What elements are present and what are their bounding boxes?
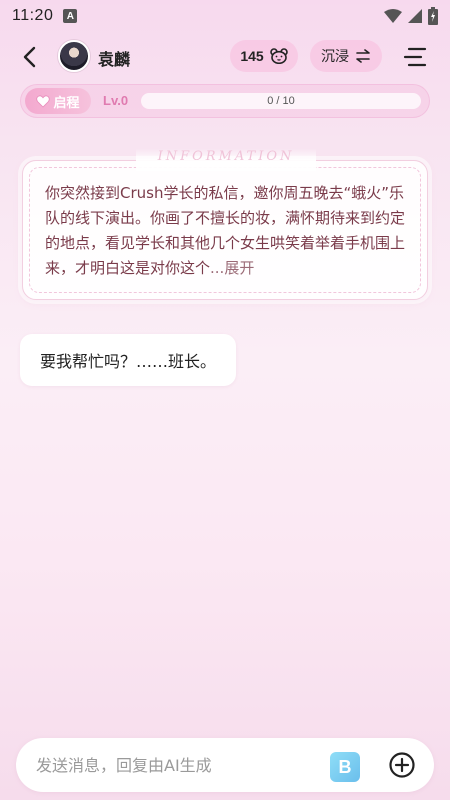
- watermark-logo-icon: B: [330, 752, 360, 782]
- add-button[interactable]: [388, 751, 416, 779]
- character-avatar[interactable]: [58, 40, 90, 72]
- menu-button[interactable]: [402, 44, 428, 70]
- coins-count: 145: [240, 48, 264, 64]
- level-badge: 启程: [25, 88, 91, 114]
- character-message-bubble[interactable]: 要我帮忙吗？……班长。: [20, 334, 237, 386]
- back-button[interactable]: [16, 44, 42, 70]
- level-badge-label: 启程: [53, 95, 80, 111]
- status-time: 11:20: [12, 7, 54, 24]
- switch-arrows-icon: [356, 49, 370, 63]
- story-intro-text: 你突然接到Crush学长的私信，邀你周五晚去“蛾火”乐队的线下演出。你画了不擅长…: [45, 181, 409, 286]
- level-progress-track: 0 / 10: [141, 93, 421, 109]
- expand-link[interactable]: ...展开: [210, 259, 254, 277]
- status-bar: 11:20 A: [0, 0, 450, 32]
- message-input-bar: B: [16, 738, 434, 792]
- story-info-card: INFORMATION 你突然接到Crush学长的私信，邀你周五晚去“蛾火”乐队…: [22, 149, 428, 300]
- character-name: 袁麟: [98, 50, 131, 69]
- mode-label: 沉浸: [321, 49, 349, 65]
- bear-icon: [269, 48, 288, 64]
- level-progress-label: 0 / 10: [267, 95, 295, 107]
- level-bar[interactable]: 启程 Lv.0 0 / 10: [20, 84, 430, 118]
- battery-icon: [428, 7, 438, 25]
- immersive-mode-toggle[interactable]: 沉浸: [310, 40, 382, 72]
- message-text: 要我帮忙吗？……班长。: [40, 352, 217, 371]
- chat-header: 袁麟 145 沉浸: [0, 36, 450, 78]
- info-title: INFORMATION: [157, 149, 295, 164]
- wifi-icon: [384, 9, 402, 23]
- cell-signal-icon: [408, 9, 422, 23]
- plus-circle-icon: [389, 752, 415, 778]
- coins-button[interactable]: 145: [230, 40, 298, 72]
- heart-icon: [36, 94, 51, 108]
- menu-icon: [403, 47, 427, 67]
- level-text: Lv.0: [103, 93, 129, 108]
- notification-icon: A: [63, 9, 78, 23]
- message-input[interactable]: [36, 755, 316, 775]
- chevron-left-icon: [23, 46, 36, 68]
- status-icons: [384, 7, 438, 25]
